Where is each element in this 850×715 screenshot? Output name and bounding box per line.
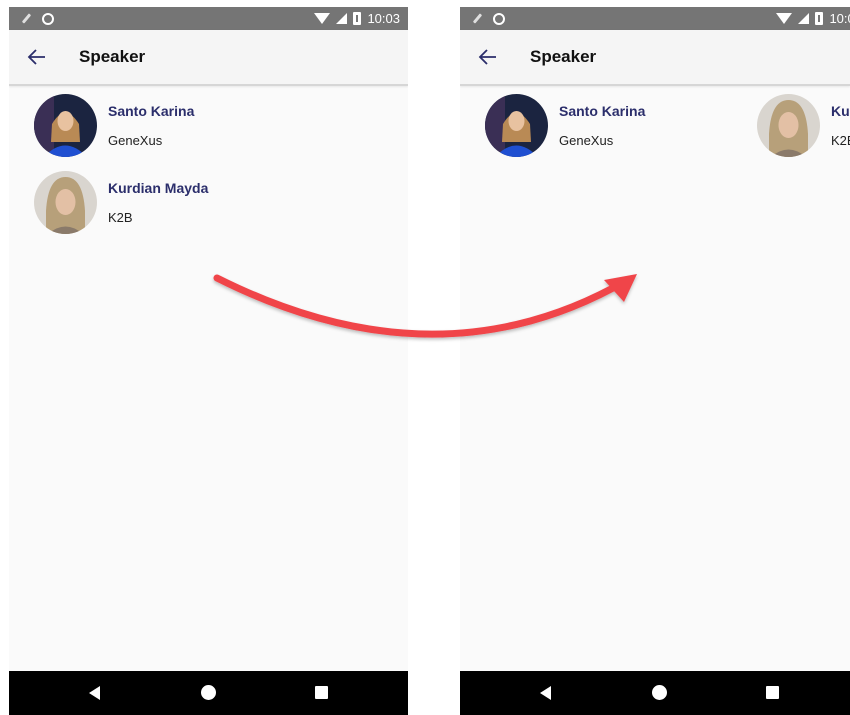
app-bar: Speaker [9, 30, 408, 86]
wifi-icon [314, 13, 331, 24]
speaker-grid-item[interactable]: Kurdian Mayda K2B [757, 94, 850, 160]
page-title: Speaker [79, 47, 146, 66]
back-arrow-icon [478, 49, 496, 65]
signal-icon [336, 13, 348, 24]
nav-back-icon[interactable] [89, 686, 100, 700]
navigation-bar [9, 671, 408, 715]
wifi-icon [776, 13, 793, 24]
speaker-company: K2B [108, 210, 133, 225]
signal-icon [798, 13, 810, 24]
status-bar: 10:00 [460, 7, 850, 30]
speaker-name: Kurdian Mayda [831, 103, 850, 119]
sync-icon [42, 12, 54, 25]
page-title: Speaker [530, 47, 597, 66]
speaker-name: Santo Karina [108, 103, 195, 119]
phone-screen-right: 10:00 Speaker Santo Karina GeneXus [460, 7, 850, 715]
speaker-list-item[interactable]: Kurdian Mayda K2B [34, 171, 394, 237]
avatar [757, 94, 820, 157]
navigation-bar [460, 671, 850, 715]
app-bar: Speaker [460, 30, 850, 86]
status-time: 10:00 [829, 11, 850, 26]
speaker-company: GeneXus [108, 133, 163, 148]
avatar [485, 94, 548, 157]
avatar [34, 171, 97, 234]
battery-icon [353, 12, 362, 25]
speaker-company: K2B [831, 133, 850, 148]
phone-screen-left: 10:03 Speaker Santo Karina GeneXus Kurdi… [9, 7, 408, 715]
sync-icon [493, 12, 505, 25]
back-button[interactable] [23, 43, 51, 71]
pencil-icon [472, 13, 483, 24]
speaker-company: GeneXus [559, 133, 614, 148]
pencil-icon [21, 13, 32, 24]
nav-recents-icon[interactable] [315, 686, 328, 699]
battery-icon [815, 12, 824, 25]
speaker-list-item[interactable]: Santo Karina GeneXus [34, 94, 394, 160]
nav-back-icon[interactable] [540, 686, 551, 700]
speaker-name: Kurdian Mayda [108, 180, 209, 196]
status-bar: 10:03 [9, 7, 408, 30]
speaker-name: Santo Karina [559, 103, 646, 119]
nav-recents-icon[interactable] [766, 686, 779, 699]
nav-home-icon[interactable] [201, 685, 216, 700]
back-button[interactable] [474, 43, 502, 71]
avatar [34, 94, 97, 157]
back-arrow-icon [27, 49, 45, 65]
nav-home-icon[interactable] [652, 685, 667, 700]
status-time: 10:03 [367, 11, 400, 26]
